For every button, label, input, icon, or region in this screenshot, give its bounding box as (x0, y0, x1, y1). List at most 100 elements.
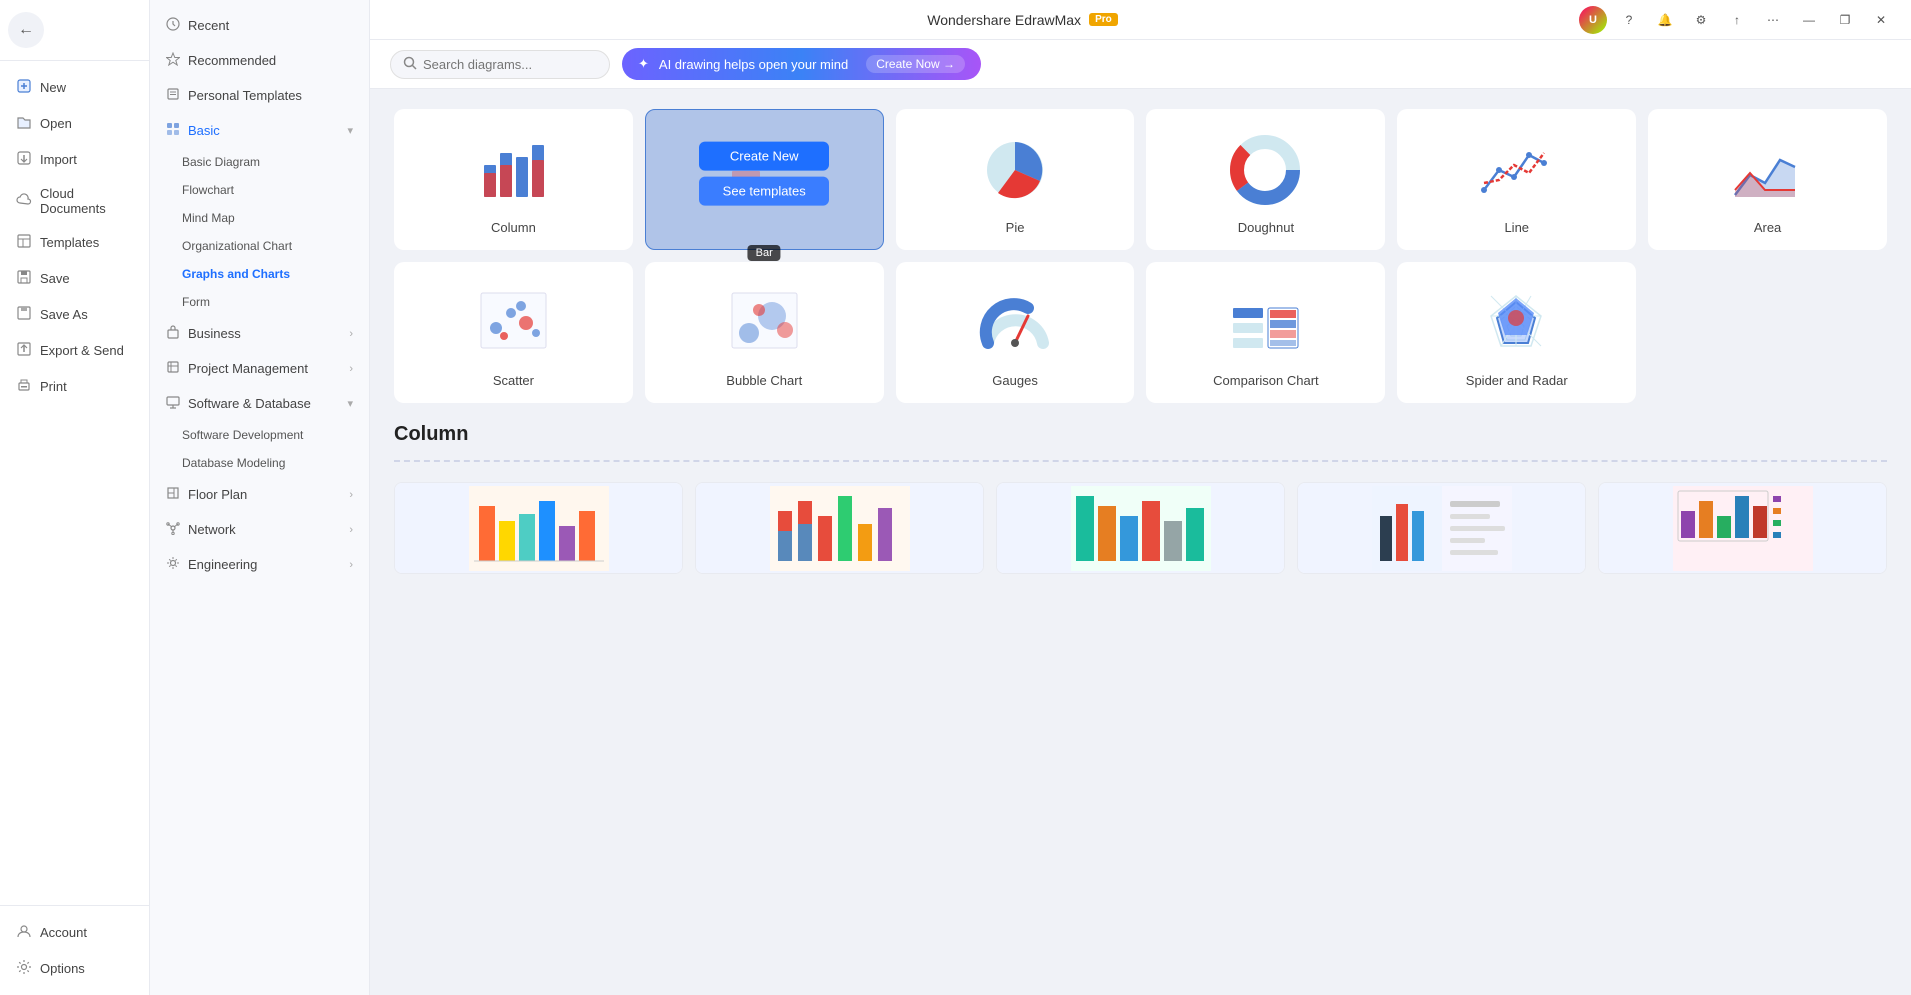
pro-badge: Pro (1089, 13, 1118, 26)
nav-sub-orgchart[interactable]: Organizational Chart (150, 232, 369, 260)
nav-sub-label-database: Database Modeling (182, 456, 285, 470)
chart-card-gauges[interactable]: Gauges (896, 262, 1135, 403)
main-scroll: Column Create New See templates Bar (370, 89, 1911, 995)
nav-item-engineering[interactable]: Engineering › (150, 547, 369, 582)
gauge-icon (909, 283, 1122, 363)
help-button[interactable]: ? (1615, 6, 1643, 34)
search-icon (403, 56, 417, 73)
ai-banner[interactable]: ✦ AI drawing helps open your mind Create… (622, 48, 981, 80)
hover-buttons: Create New See templates (699, 141, 829, 205)
sidebar-item-saveas[interactable]: Save As (4, 297, 145, 332)
see-templates-button[interactable]: See templates (699, 176, 829, 205)
sidebar-item-label-options: Options (40, 961, 85, 976)
chart-card-doughnut[interactable]: Doughnut (1146, 109, 1385, 250)
sidebar-item-import[interactable]: Import (4, 142, 145, 177)
nav-sub-basic-diagram[interactable]: Basic Diagram (150, 148, 369, 176)
nav-item-personal[interactable]: Personal Templates (150, 78, 369, 113)
chart-card-pie[interactable]: Pie (896, 109, 1135, 250)
app-title: Wondershare EdrawMax (927, 12, 1081, 28)
chart-card-column[interactable]: Column (394, 109, 633, 250)
nav-sub-form[interactable]: Form (150, 288, 369, 316)
sidebar-item-label-saveas: Save As (40, 307, 88, 322)
nav-item-business[interactable]: Business › (150, 316, 369, 351)
project-icon (166, 360, 180, 377)
sidebar-bottom: Account Options (0, 905, 149, 995)
template-card-4[interactable] (1297, 482, 1586, 574)
sidebar-item-export[interactable]: Export & Send (4, 333, 145, 368)
nav-sub-label-software-dev: Software Development (182, 428, 303, 442)
sidebar-item-save[interactable]: Save (4, 261, 145, 296)
template-card-5[interactable] (1598, 482, 1887, 574)
more-button[interactable]: ⋯ (1759, 6, 1787, 34)
nav-item-project[interactable]: Project Management › (150, 351, 369, 386)
chart-card-scatter[interactable]: Scatter (394, 262, 633, 403)
area-icon (1661, 130, 1874, 210)
nav-label-recommended: Recommended (188, 53, 276, 68)
settings-button[interactable]: ⚙ (1687, 6, 1715, 34)
sidebar-item-account[interactable]: Account (4, 915, 145, 950)
nav-label-project: Project Management (188, 361, 308, 376)
create-new-button[interactable]: Create New (699, 141, 829, 170)
chart-grid: Column Create New See templates Bar (394, 109, 1887, 403)
nav-item-recommended[interactable]: Recommended (150, 43, 369, 78)
sidebar-item-print[interactable]: Print (4, 369, 145, 404)
nav-item-software[interactable]: Software & Database ▾ (150, 386, 369, 421)
template-thumb-4 (1298, 483, 1585, 573)
ai-banner-text: AI drawing helps open your mind (659, 57, 848, 72)
template-card-1[interactable] (394, 482, 683, 574)
minimize-button[interactable]: — (1795, 6, 1823, 34)
template-card-3[interactable] (996, 482, 1285, 574)
chart-card-bubble[interactable]: Bubble Chart (645, 262, 884, 403)
basic-icon (166, 122, 180, 139)
nav-sub-database[interactable]: Database Modeling (150, 449, 369, 477)
project-arrow-icon: › (349, 363, 353, 375)
sidebar-item-options[interactable]: Options (4, 951, 145, 986)
titlebar-center: Wondershare EdrawMax Pro (927, 12, 1117, 28)
line-icon (1410, 130, 1623, 210)
chart-label-comparison: Comparison Chart (1213, 373, 1319, 388)
chart-card-area[interactable]: Area (1648, 109, 1887, 250)
sidebar-top: ← (0, 0, 149, 61)
network-arrow-icon: › (349, 524, 353, 536)
nav-label-floorplan: Floor Plan (188, 487, 247, 502)
sidebar-item-label-new: New (40, 80, 66, 95)
engineering-arrow-icon: › (349, 559, 353, 571)
sidebar-item-cloud[interactable]: Cloud Documents (4, 178, 145, 224)
sidebar-item-label-cloud: Cloud Documents (40, 186, 133, 216)
search-box[interactable] (390, 50, 610, 79)
nav-sub-label-graphs: Graphs and Charts (182, 267, 290, 281)
sidebar-item-templates[interactable]: Templates (4, 225, 145, 260)
doughnut-icon (1159, 130, 1372, 210)
templates-icon (16, 233, 32, 252)
share-button[interactable]: ↑ (1723, 6, 1751, 34)
nav-item-basic[interactable]: Basic ▾ (150, 113, 369, 148)
nav-item-recent[interactable]: Recent (150, 8, 369, 43)
chart-card-bar[interactable]: Create New See templates Bar (645, 109, 884, 250)
nav-sub-mindmap[interactable]: Mind Map (150, 204, 369, 232)
template-card-2[interactable] (695, 482, 984, 574)
back-button[interactable]: ← (8, 12, 44, 48)
nav-sub-graphs[interactable]: Graphs and Charts (150, 260, 369, 288)
nav-label-software: Software & Database (188, 396, 311, 411)
nav-sub-software-dev[interactable]: Software Development (150, 421, 369, 449)
sidebar-item-new[interactable]: New (4, 70, 145, 105)
ai-banner-cta[interactable]: Create Now → (866, 55, 965, 73)
sidebar-item-open[interactable]: Open (4, 106, 145, 141)
chart-card-comparison[interactable]: Comparison Chart (1146, 262, 1385, 403)
section-title: Column (394, 423, 1887, 446)
nav-label-business: Business (188, 326, 241, 341)
nav-item-floorplan[interactable]: Floor Plan › (150, 477, 369, 512)
chart-label-line: Line (1504, 220, 1529, 235)
chart-card-line[interactable]: Line (1397, 109, 1636, 250)
nav-item-network[interactable]: Network › (150, 512, 369, 547)
sidebar-item-label-open: Open (40, 116, 72, 131)
notifications-button[interactable]: 🔔 (1651, 6, 1679, 34)
nav-sub-flowchart[interactable]: Flowchart (150, 176, 369, 204)
pie-icon (909, 130, 1122, 210)
chart-card-spider[interactable]: Spider and Radar (1397, 262, 1636, 403)
nav-label-basic: Basic (188, 123, 220, 138)
maximize-button[interactable]: ❐ (1831, 6, 1859, 34)
sidebar-item-label-print: Print (40, 379, 67, 394)
search-input[interactable] (423, 57, 583, 72)
close-button[interactable]: ✕ (1867, 6, 1895, 34)
